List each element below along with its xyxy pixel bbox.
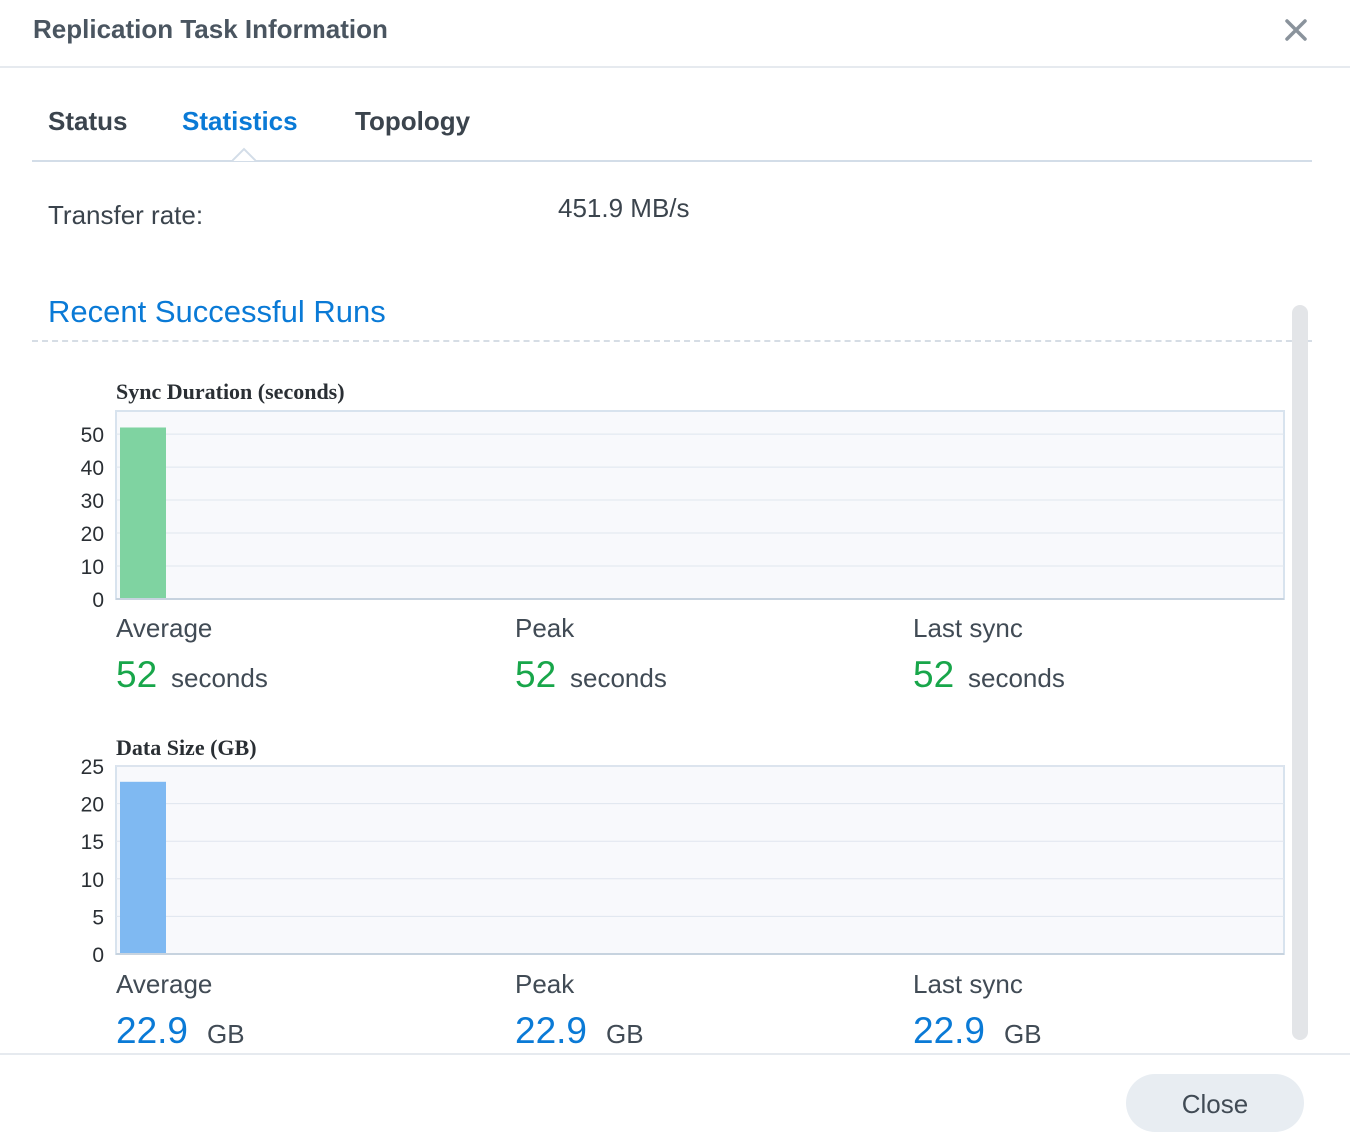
active-tab-indicator: [232, 147, 256, 161]
size-last-label: Last sync: [913, 969, 1023, 999]
tab-bar: Status Statistics Topology: [32, 96, 1312, 162]
size-chart-plot-area: [115, 765, 1285, 955]
sync-chart-ytick-label: 50: [81, 424, 104, 447]
size-chart-ytick-label: 25: [81, 756, 104, 779]
sync-average-unit: seconds: [171, 663, 268, 693]
close-icon[interactable]: [1280, 14, 1312, 46]
sync-duration-chart: 0 10 20 30 40 50: [81, 410, 1285, 612]
size-chart-ytick-label: 0: [92, 944, 104, 967]
sync-average-value: 52: [116, 654, 158, 695]
transfer-rate-label: Transfer rate:: [48, 200, 204, 230]
size-last-value: 22.9: [913, 1010, 986, 1051]
sync-chart-ytick-label: 30: [81, 490, 104, 513]
size-average-label: Average: [116, 969, 213, 999]
sync-chart-ytick-label: 40: [81, 457, 104, 480]
window-title: Replication Task Information: [33, 14, 388, 44]
sync-chart-title: Sync Duration (seconds): [116, 379, 345, 404]
size-last-unit: GB: [1004, 1019, 1042, 1049]
size-chart-ytick-label: 10: [81, 869, 104, 892]
sync-chart-ytick-label: 10: [81, 556, 104, 579]
sync-chart-ytick-label: 20: [81, 523, 104, 546]
tab-topology[interactable]: Topology: [355, 106, 470, 137]
size-chart-ytick-label: 5: [92, 906, 104, 929]
size-peak-value: 22.9: [515, 1010, 588, 1051]
sync-last-label: Last sync: [913, 613, 1023, 643]
footer-divider: [0, 1053, 1350, 1055]
transfer-rate-value: 451.9 MB/s: [558, 193, 690, 223]
sync-chart-bar: [120, 427, 166, 599]
size-chart-title: Data Size (GB): [116, 735, 257, 760]
sync-last-unit: seconds: [968, 663, 1065, 693]
sync-last-value: 52: [913, 654, 955, 695]
size-chart-bar: [120, 781, 166, 954]
size-average-unit: GB: [207, 1019, 245, 1049]
size-chart-ytick-label: 15: [81, 831, 104, 854]
title-bar: Replication Task Information: [0, 0, 1350, 68]
scrollbar[interactable]: [1292, 305, 1308, 1040]
sync-chart-ytick-label: 0: [92, 589, 104, 612]
close-button[interactable]: Close: [1126, 1074, 1304, 1132]
tab-status[interactable]: Status: [48, 106, 127, 137]
size-average-value: 22.9: [116, 1010, 189, 1051]
sync-peak-unit: seconds: [570, 663, 667, 693]
size-peak-label: Peak: [515, 969, 575, 999]
sync-average-label: Average: [116, 613, 213, 643]
tab-statistics[interactable]: Statistics: [182, 106, 298, 137]
section-divider: [32, 340, 1312, 342]
section-title: Recent Successful Runs: [48, 294, 386, 329]
data-size-chart: 0 5 10 15 20 25: [81, 756, 1285, 967]
sync-peak-value: 52: [515, 654, 557, 695]
size-chart-ytick-label: 20: [81, 794, 104, 817]
size-peak-unit: GB: [606, 1019, 644, 1049]
sync-peak-label: Peak: [515, 613, 575, 643]
sync-chart-plot-area: [115, 410, 1285, 600]
